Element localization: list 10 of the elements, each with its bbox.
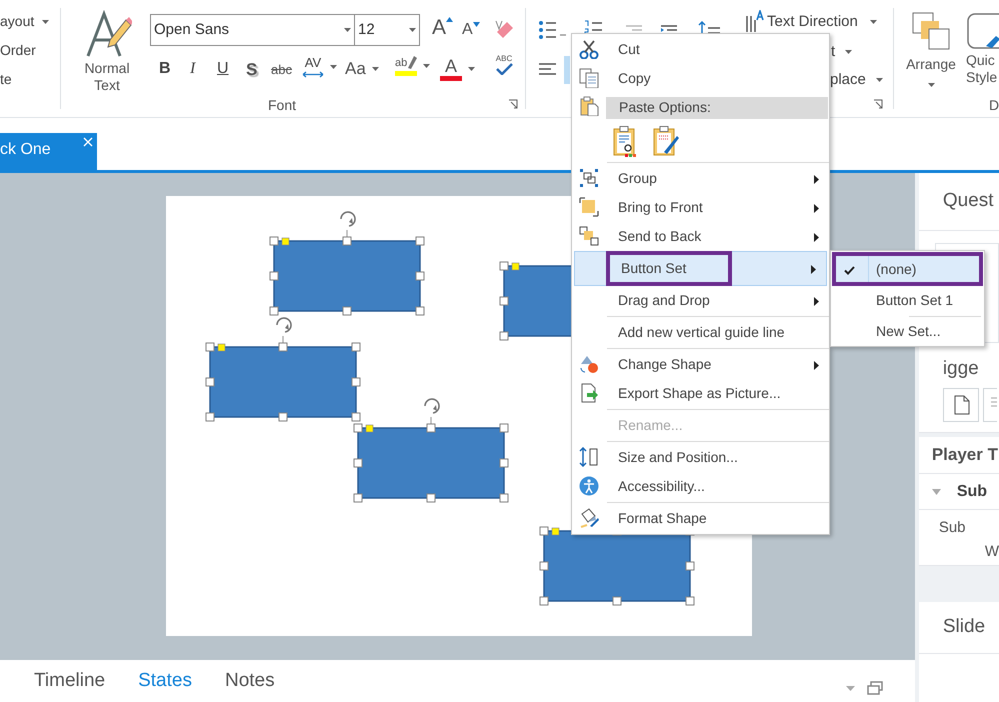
panel-heading: Player T	[932, 444, 998, 466]
group-label: D	[989, 96, 999, 115]
panel-heading: igge	[942, 359, 980, 378]
panel-heading: Quest	[942, 189, 994, 214]
menu-section-header: Paste Options:	[606, 96, 828, 118]
table-cell-text: W	[984, 542, 999, 562]
table-cell-text: Sub	[938, 518, 967, 538]
panel-heading: Slide	[942, 615, 986, 640]
menu-item: Rename...	[617, 416, 684, 435]
group-label: Font	[268, 96, 296, 115]
